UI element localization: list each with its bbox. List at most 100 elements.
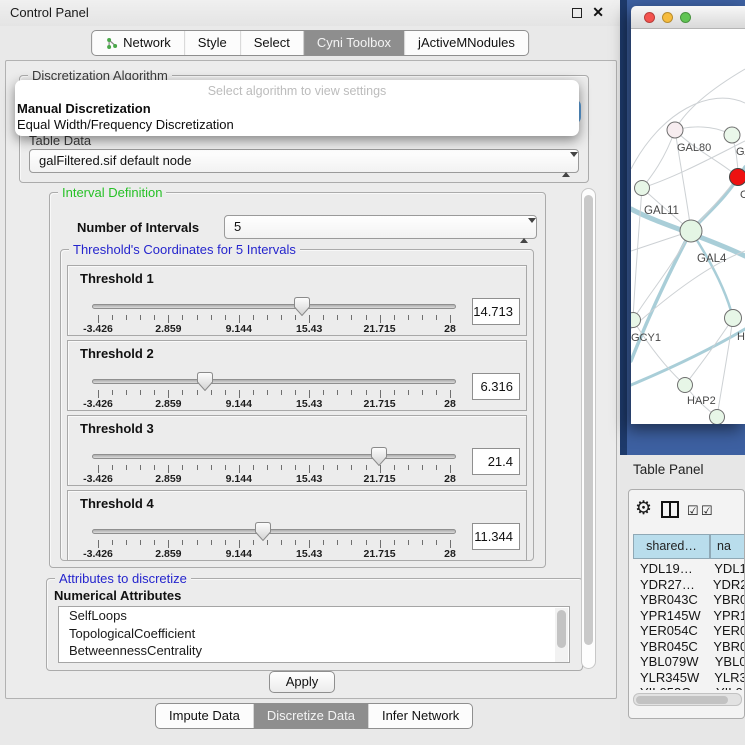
column-header-shared[interactable]: shared… xyxy=(633,534,710,559)
tab-impute-data[interactable]: Impute Data xyxy=(156,704,253,728)
tab-discretize-data[interactable]: Discretize Data xyxy=(253,704,368,728)
app-root: Control Panel ✕ NetworkStyle Select Cyni T… xyxy=(0,0,745,745)
table-row[interactable]: YER054CYER0 xyxy=(633,623,745,639)
tab-jactivemnodules[interactable]: jActiveMNodules xyxy=(404,31,528,55)
close-icon[interactable]: ✕ xyxy=(592,4,604,21)
threshold-value-field[interactable]: 6.316 xyxy=(472,373,520,400)
table-header-row: shared… na xyxy=(633,534,745,559)
number-of-intervals-combobox[interactable]: 5 xyxy=(224,215,537,239)
network-node-c[interactable] xyxy=(730,169,745,186)
network-node-label: GCY1 xyxy=(631,332,661,344)
threshold-slider-thumb[interactable] xyxy=(197,372,213,391)
number-of-intervals-value: 5 xyxy=(234,219,241,234)
table-horizontal-scrollbar[interactable] xyxy=(633,693,742,706)
cell-shared-name: YDR27… xyxy=(633,577,707,593)
gear-icon[interactable]: ⚙ xyxy=(635,497,652,520)
table-row[interactable]: YPR145WYPR1 xyxy=(633,608,745,624)
apply-button[interactable]: Apply xyxy=(269,671,335,693)
interval-definition-group: Interval Definition Number of Intervals … xyxy=(49,192,546,568)
attribute-item-selfloops[interactable]: SelfLoops xyxy=(59,607,569,625)
threshold-label: Threshold 1 xyxy=(80,271,154,286)
slider-scale-labels: -3.4262.8599.14415.4321.71528 xyxy=(98,323,450,335)
table-row[interactable]: YDL19…YDL1 xyxy=(633,561,745,577)
algorithm-dropdown-popup: Select algorithm to view settings Manual… xyxy=(15,80,579,136)
popup-option-manual-discretization[interactable]: Manual Discretization xyxy=(17,101,151,116)
threshold-slider-thumb[interactable] xyxy=(294,297,310,316)
network-node-ga[interactable] xyxy=(724,127,740,143)
number-of-intervals-label: Number of Intervals xyxy=(77,220,199,235)
tab-style[interactable]: Style xyxy=(184,31,240,55)
table-toolbar: ⚙ ☑ ☑ xyxy=(629,490,744,532)
cell-name: YLR3 xyxy=(708,670,745,686)
attributes-scrollbar[interactable] xyxy=(555,608,568,663)
attribute-item-betweennesscentrality[interactable]: BetweennessCentrality xyxy=(59,642,569,660)
threshold-slider-thumb[interactable] xyxy=(255,522,271,541)
threshold-label: Threshold 3 xyxy=(80,421,154,436)
threshold-panel-4: Threshold 4-3.4262.8599.14415.4321.71528… xyxy=(67,490,527,561)
panel-vertical-scrollbar[interactable] xyxy=(581,188,596,669)
threshold-value-field[interactable]: 14.713 xyxy=(472,298,520,325)
attribute-items: SelfLoopsTopologicalCoefficientBetweenne… xyxy=(59,607,569,660)
cell-shared-name: YER054C xyxy=(633,623,707,639)
tab-network[interactable]: Network xyxy=(92,31,184,55)
threshold-panel-2: Threshold 2-3.4262.8599.14415.4321.71528… xyxy=(67,340,527,411)
table-rows: YDL19…YDL1YDR27…YDR2YBR043CYBR0YPR145WYP… xyxy=(633,561,745,690)
network-node-gcy1[interactable] xyxy=(631,313,641,328)
minimize-traffic-light[interactable] xyxy=(662,12,673,23)
threshold-slider-track[interactable] xyxy=(92,529,456,534)
threshold-label: Threshold 2 xyxy=(80,346,154,361)
control-panel: Control Panel ✕ NetworkStyle Select Cyni T… xyxy=(0,0,620,745)
network-node-gal11[interactable] xyxy=(635,181,650,196)
table-row[interactable]: YLR345WYLR3 xyxy=(633,670,745,686)
column-split-icon[interactable] xyxy=(661,501,679,518)
numerical-attributes-list[interactable]: SelfLoopsTopologicalCoefficientBetweenne… xyxy=(58,606,570,663)
threshold-value-field[interactable]: 21.4 xyxy=(472,448,520,475)
network-node-hap2[interactable] xyxy=(678,378,693,393)
cell-name: YBL0 xyxy=(709,654,745,670)
checkbox-checked-icon[interactable]: ☑ xyxy=(687,503,699,519)
table-row[interactable]: YIL052CYIL0 xyxy=(633,685,745,690)
network-node-gal4[interactable] xyxy=(680,220,702,242)
checkbox-checked-icon[interactable]: ☑ xyxy=(701,503,713,519)
table-row[interactable]: YDR27…YDR2 xyxy=(633,577,745,593)
attribute-item-topologicalcoefficient[interactable]: TopologicalCoefficient xyxy=(59,625,569,643)
threshold-slider-track[interactable] xyxy=(92,379,456,384)
slider-scale-labels: -3.4262.8599.14415.4321.71528 xyxy=(98,473,450,485)
cell-name: YBR0 xyxy=(707,639,745,655)
network-node-h[interactable] xyxy=(725,310,742,327)
table-row[interactable]: YBR045CYBR0 xyxy=(633,639,745,655)
table-data-combobox[interactable]: galFiltered.sif default node xyxy=(29,149,579,173)
threshold-value-field[interactable]: 11.344 xyxy=(472,523,520,550)
tab-infer-network[interactable]: Infer Network xyxy=(368,704,472,728)
threshold-panel-3: Threshold 3 -3.4262.8599.14415.4321.71528… xyxy=(67,415,527,486)
float-icon[interactable] xyxy=(572,8,582,18)
network-node-label: C xyxy=(740,189,745,201)
tab-cyni-toolbox[interactable]: Cyni Toolbox xyxy=(303,31,404,55)
cell-shared-name: YBL079W xyxy=(633,654,709,670)
cell-shared-name: YDL19… xyxy=(633,561,708,577)
threshold-slider-track[interactable] xyxy=(92,454,456,459)
right-region: GAL80GACGAL11GAL4GCY1HHAP2 Table Panel ⚙… xyxy=(620,0,745,745)
panel-title: Control Panel xyxy=(10,5,89,20)
popup-option-equal-width-frequency[interactable]: Equal Width/Frequency Discretization xyxy=(17,117,234,132)
network-node[interactable] xyxy=(710,410,725,425)
tab-label: Infer Network xyxy=(382,704,459,728)
threshold-label: Threshold 4 xyxy=(80,496,154,511)
network-canvas[interactable]: GAL80GACGAL11GAL4GCY1HHAP2 xyxy=(631,29,745,424)
cell-name: YDL1 xyxy=(708,561,745,577)
cell-name: YIL0 xyxy=(710,685,743,690)
close-traffic-light[interactable] xyxy=(644,12,655,23)
tab-label: Select xyxy=(254,31,290,55)
tab-select[interactable]: Select xyxy=(240,31,303,55)
column-header-name[interactable]: na xyxy=(710,534,745,559)
table-row[interactable]: YBL079WYBL0 xyxy=(633,654,745,670)
threshold-slider-thumb[interactable] xyxy=(371,447,387,466)
zoom-traffic-light[interactable] xyxy=(680,12,691,23)
threshold-slider-track[interactable] xyxy=(92,304,456,309)
network-node-labels: GAL80GACGAL11GAL4GCY1HHAP2 xyxy=(631,142,745,407)
thresholds-group-label: Threshold's Coordinates for 5 Intervals xyxy=(69,242,300,257)
network-node-gal80[interactable] xyxy=(667,122,683,138)
cell-name: YDR2 xyxy=(707,577,745,593)
table-row[interactable]: YBR043CYBR0 xyxy=(633,592,745,608)
network-node-label: GAL4 xyxy=(697,253,727,265)
